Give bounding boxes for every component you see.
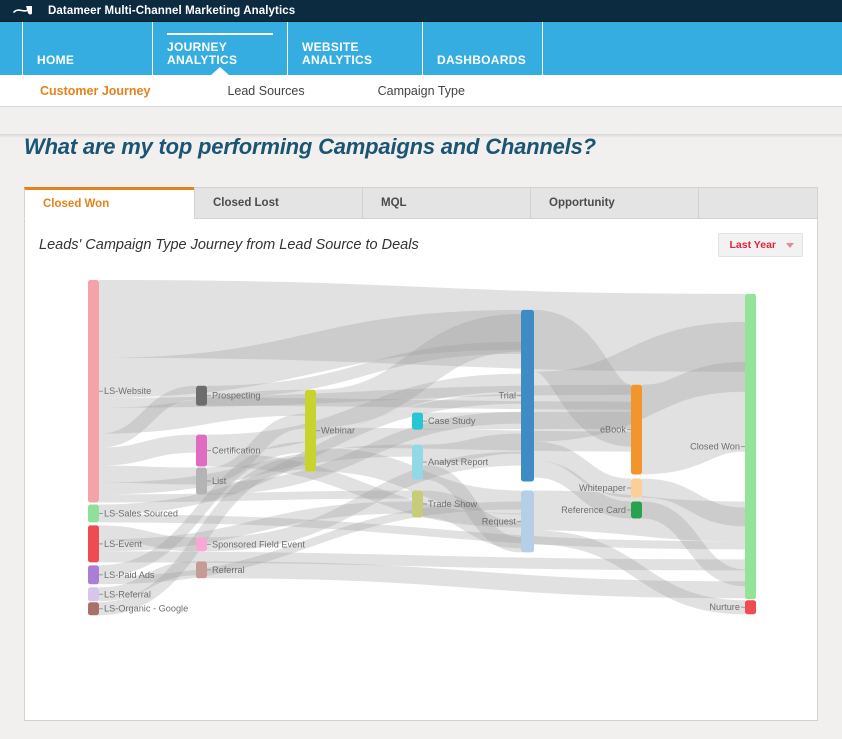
sankey-node-label: Trial (498, 391, 516, 401)
period-filter-button[interactable]: Last Year (718, 233, 803, 257)
sankey-link[interactable] (640, 361, 747, 475)
sankey-node-label: LS-Sales Sourced (104, 508, 178, 518)
sankey-node-label: LS-Website (104, 386, 151, 396)
sankey-node[interactable] (88, 279, 99, 503)
sankey-node-label: eBook (600, 425, 626, 435)
sankey-svg[interactable]: LS-Website LS-Sales Sourced LS-Event LS-Pai… (25, 265, 817, 720)
sankey-node[interactable] (631, 501, 642, 519)
subnav-item-customer-journey[interactable]: Customer Journey (40, 84, 150, 98)
sankey-node-label: LS-Referral (104, 589, 151, 599)
nav-item-website-analytics-label: WEBSITE ANALYTICS (302, 40, 373, 67)
sankey-node-label: Referral (212, 565, 245, 575)
report-tabs: Closed Won Closed Lost MQL Opportunity (24, 187, 818, 219)
page-body: What are my top performing Campaigns and… (0, 134, 842, 739)
sankey-node[interactable] (88, 587, 99, 602)
app-title-bar: Datameer Multi-Channel Marketing Analyti… (0, 0, 842, 22)
tab-mql-label: MQL (381, 197, 407, 209)
main-navigation: HOME JOURNEY ANALYTICS WEBSITE ANALYTICS… (0, 22, 842, 75)
period-filter-label: Last Year (729, 239, 776, 251)
sankey-node[interactable] (196, 537, 207, 552)
sankey-node[interactable] (631, 384, 642, 475)
nav-item-home[interactable]: HOME (22, 22, 152, 75)
chevron-down-icon (786, 242, 794, 248)
tab-closed-lost[interactable]: Closed Lost (194, 187, 362, 219)
nav-right-filler (542, 22, 842, 75)
sankey-node-label: Sponsored Field Event (212, 539, 305, 549)
content-top-shadow (0, 134, 842, 138)
tab-closed-won-label: Closed Won (43, 198, 110, 210)
sankey-node[interactable] (196, 561, 207, 579)
chart-title: Leads' Campaign Type Journey from Lead S… (39, 237, 419, 253)
sankey-node[interactable] (631, 478, 642, 498)
sankey-node[interactable] (196, 385, 207, 406)
sankey-node-label: Request (482, 516, 517, 526)
sankey-node[interactable] (196, 434, 207, 467)
nav-item-journey-analytics[interactable]: JOURNEY ANALYTICS (152, 22, 287, 75)
sankey-node[interactable] (88, 602, 99, 616)
sankey-node-label: Analyst Report (428, 457, 489, 467)
sankey-node[interactable] (412, 444, 423, 480)
sankey-node-label: LS-Event (104, 539, 142, 549)
sankey-node-label: Trade Show (428, 499, 478, 509)
sankey-link[interactable] (98, 465, 197, 485)
sub-navigation: Customer Journey Lead Sources Campaign T… (0, 75, 842, 107)
sankey-node[interactable] (745, 600, 756, 615)
sankey-node[interactable] (521, 309, 534, 482)
subnav-item-lead-sources[interactable]: Lead Sources (227, 84, 304, 98)
sankey-node-label: Nurture (709, 602, 740, 612)
sankey-node[interactable] (305, 389, 316, 472)
nav-item-journey-analytics-label: JOURNEY ANALYTICS (167, 40, 238, 67)
sankey-node[interactable] (88, 504, 99, 523)
nav-item-website-analytics[interactable]: WEBSITE ANALYTICS (287, 22, 422, 75)
tab-mql[interactable]: MQL (362, 187, 530, 219)
sankey-node[interactable] (412, 412, 423, 430)
sankey-node-label: LS-Paid Ads (104, 570, 155, 580)
tab-opportunity[interactable]: Opportunity (530, 187, 698, 219)
sankey-node[interactable] (412, 490, 423, 518)
sankey-node-label: Certification (212, 446, 260, 456)
sankey-node-label: Closed Won (690, 442, 740, 452)
tab-closed-won[interactable]: Closed Won (24, 187, 194, 219)
sankey-node-label: LS-Organic - Google (104, 604, 188, 614)
nav-item-home-label: HOME (37, 53, 75, 67)
sankey-node-label: Webinar (321, 426, 355, 436)
datameer-swoosh-logo-icon (13, 5, 32, 14)
sankey-chart: LS-Website LS-Sales Sourced LS-Event LS-Pai… (25, 265, 817, 720)
tab-opportunity-label: Opportunity (549, 197, 615, 209)
subnav-item-campaign-type[interactable]: Campaign Type (378, 84, 465, 98)
report-card: Closed Won Closed Lost MQL Opportunity L… (24, 187, 818, 721)
sankey-node-label: Reference Card (561, 505, 626, 515)
sankey-link[interactable] (422, 433, 522, 465)
tab-closed-lost-label: Closed Lost (213, 197, 279, 209)
nav-item-dashboards[interactable]: DASHBOARDS (422, 22, 542, 75)
chart-panel-header: Leads' Campaign Type Journey from Lead S… (25, 219, 817, 257)
sankey-node-label: Prospecting (212, 391, 260, 401)
sankey-node[interactable] (745, 293, 756, 600)
sankey-node-label: Case Study (428, 416, 476, 426)
chart-panel: Leads' Campaign Type Journey from Lead S… (24, 219, 818, 721)
tab-bar-filler (698, 187, 818, 219)
sankey-node-label: Whitepaper (579, 483, 626, 493)
sankey-node[interactable] (521, 490, 534, 553)
app-title: Datameer Multi-Channel Marketing Analyti… (48, 4, 296, 17)
sankey-node[interactable] (88, 525, 99, 563)
sankey-node[interactable] (196, 467, 207, 495)
nav-item-dashboards-label: DASHBOARDS (437, 53, 527, 67)
sankey-node[interactable] (88, 565, 99, 585)
nav-left-pad (0, 22, 22, 75)
sankey-node-label: List (212, 476, 227, 486)
